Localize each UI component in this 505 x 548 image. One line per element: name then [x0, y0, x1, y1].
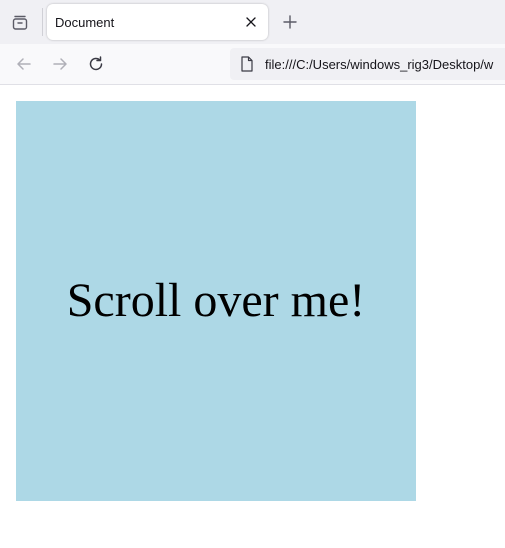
- page-icon: [239, 56, 255, 72]
- plus-icon[interactable]: [279, 11, 301, 33]
- page-content: Scroll over me!: [0, 85, 505, 548]
- address-bar[interactable]: file:///C:/Users/windows_rig3/Desktop/w: [230, 48, 505, 80]
- tab-title: Document: [55, 15, 115, 30]
- scroll-target-box[interactable]: Scroll over me!: [16, 101, 416, 501]
- tab-divider: [42, 8, 43, 36]
- forward-arrow-icon[interactable]: [49, 53, 71, 75]
- close-icon[interactable]: [242, 13, 260, 31]
- navigation-bar: file:///C:/Users/windows_rig3/Desktop/w: [0, 44, 505, 85]
- reload-icon[interactable]: [85, 53, 107, 75]
- back-arrow-icon[interactable]: [13, 53, 35, 75]
- tab-overview-icon[interactable]: [8, 11, 32, 35]
- url-text[interactable]: file:///C:/Users/windows_rig3/Desktop/w: [265, 57, 493, 72]
- scroll-box-text: Scroll over me!: [66, 274, 366, 327]
- tab-document[interactable]: Document: [47, 4, 268, 40]
- tab-bar: Document: [0, 0, 505, 44]
